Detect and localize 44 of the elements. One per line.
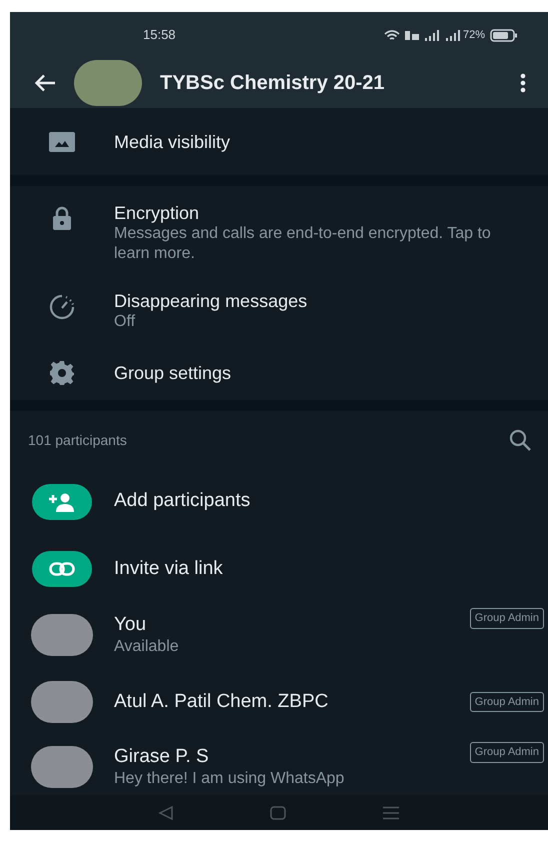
- signal-icon: [444, 30, 461, 40]
- back-arrow-icon: [34, 74, 56, 92]
- menu-icon: [382, 806, 400, 820]
- search-button[interactable]: [508, 428, 532, 452]
- wifi-icon: [384, 30, 400, 40]
- image-icon: [49, 132, 75, 152]
- lock-icon: [52, 206, 72, 230]
- triangle-icon: [158, 806, 174, 820]
- search-icon: [509, 429, 531, 451]
- nav-back-button[interactable]: [157, 804, 175, 822]
- participants-count: 101 participants: [28, 430, 127, 450]
- battery-percent: 72%: [462, 28, 485, 43]
- square-icon: [270, 806, 286, 820]
- settings-icon: [49, 360, 75, 386]
- status-time: 15:58: [143, 26, 176, 44]
- group-admin-badge: Group Admin: [470, 742, 544, 762]
- participant-status: Hey there! I am using WhatsApp: [114, 769, 346, 789]
- avatar-photo-placeholder: [31, 681, 93, 723]
- avatar-photo-placeholder: [31, 746, 93, 788]
- avatar-photo-placeholder: [31, 614, 93, 656]
- signal-icon: [424, 30, 440, 40]
- group-admin-badge: Group Admin: [470, 608, 544, 628]
- nav-home-button[interactable]: [269, 804, 287, 822]
- menu-dots-icon: [520, 73, 526, 93]
- participant-status: Available: [114, 637, 180, 657]
- more-options-button[interactable]: [518, 71, 528, 95]
- setting-description: Messages and calls are end-to-end encrypted. Tap to learn more.: [114, 224, 492, 264]
- participant-name[interactable]: You: [114, 613, 470, 637]
- group-admin-badge: Group Admin: [470, 692, 544, 712]
- link-icon: [49, 562, 75, 576]
- group-title: TYBSc Chemistry 20-21: [160, 71, 385, 96]
- participant-name[interactable]: Atul A. Patil Chem. ZBPC: [114, 690, 470, 714]
- setting-description: Off: [114, 312, 136, 332]
- setting-label[interactable]: Encryption: [114, 202, 508, 224]
- setting-label[interactable]: Media visibility: [114, 130, 230, 152]
- battery-icon: [490, 28, 518, 42]
- participant-action[interactable]: Invite via link: [114, 554, 223, 584]
- add-person-icon: [48, 492, 76, 512]
- timer-icon: [48, 294, 76, 320]
- participant-action[interactable]: Add participants: [114, 487, 250, 516]
- setting-label[interactable]: Group settings: [114, 362, 232, 384]
- group-photo-placeholder[interactable]: [74, 60, 142, 106]
- participant-name[interactable]: Girase P. S: [114, 745, 470, 769]
- setting-label[interactable]: Disappearing messages: [114, 290, 308, 312]
